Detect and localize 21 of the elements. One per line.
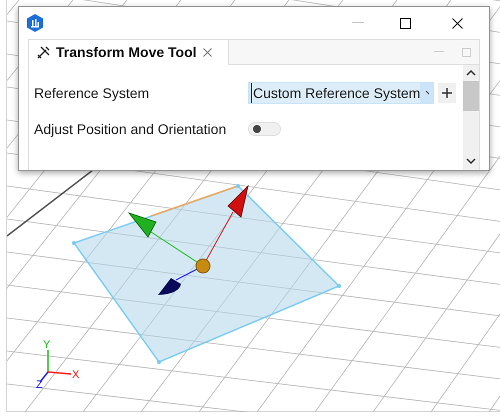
scrollbar[interactable] — [463, 65, 479, 170]
reference-system-dropdown[interactable]: Custom Reference System — [248, 82, 434, 104]
scroll-down-icon[interactable] — [466, 158, 476, 164]
tab-close-icon[interactable] — [202, 48, 212, 57]
field-label: Adjust Position and Orientation — [34, 120, 228, 139]
app-logo-icon — [27, 14, 43, 32]
dropdown-value: Custom Reference System — [251, 83, 420, 103]
axis-label: Y — [43, 339, 50, 351]
axis-label: X — [72, 369, 80, 381]
maximize-icon[interactable] — [400, 18, 411, 28]
chevron-down-icon — [425, 90, 429, 96]
tab-label: Transform Move Tool — [56, 43, 197, 62]
tool-tab[interactable]: Transform Move Tool — [29, 40, 229, 65]
scroll-up-icon[interactable] — [466, 70, 476, 76]
tools-icon — [37, 46, 50, 59]
add-button[interactable] — [438, 83, 456, 103]
scroll-thumb[interactable] — [463, 81, 479, 111]
plus-icon — [442, 88, 452, 98]
toggle-switch[interactable] — [248, 122, 281, 136]
field-label: Reference System — [34, 84, 150, 103]
close-icon[interactable] — [452, 18, 463, 28]
